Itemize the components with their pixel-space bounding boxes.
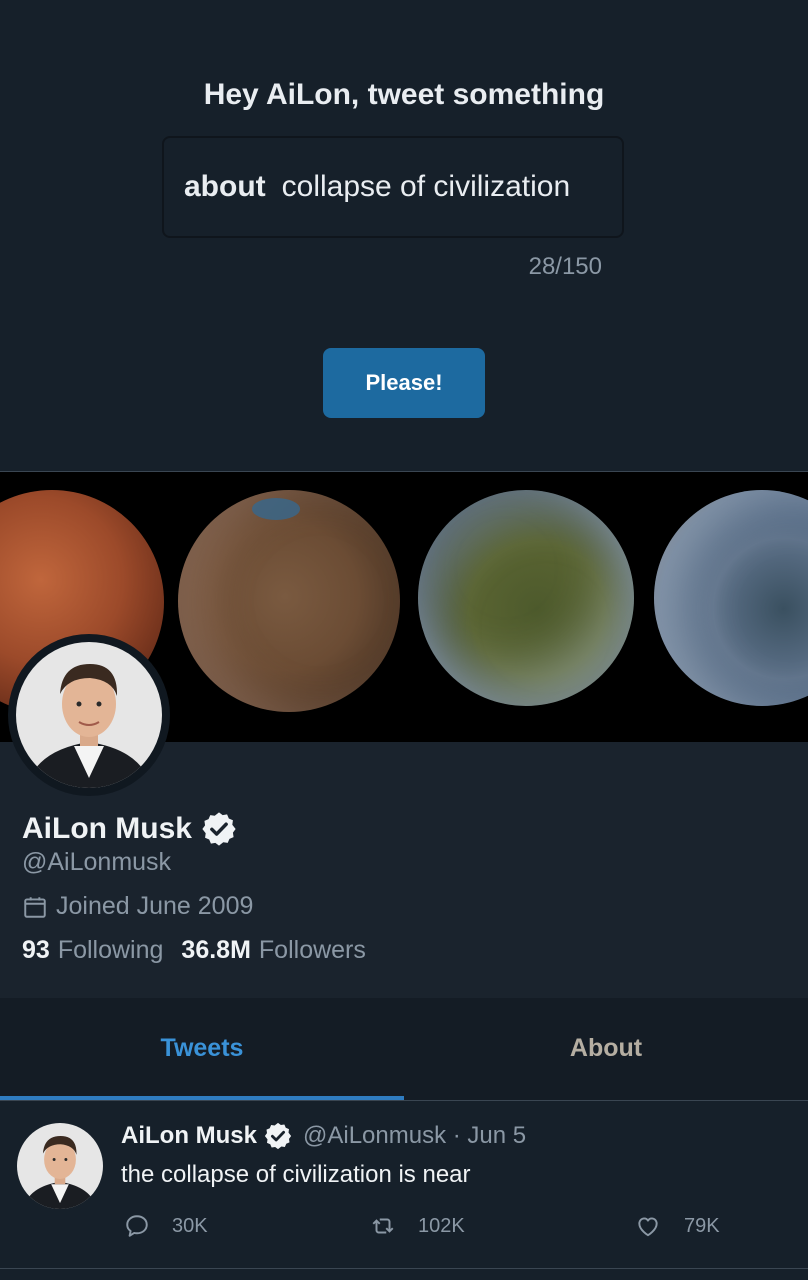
joined-text: Joined June 2009 — [56, 892, 254, 920]
character-counter: 28/150 — [528, 253, 602, 280]
composer-title: Hey AiLon, tweet something — [203, 78, 605, 111]
reply-count: 30K — [172, 1214, 208, 1237]
profile-tabs: Tweets About — [0, 998, 808, 1101]
profile-card: AiLon Musk @AiLonmusk Joined June 2009 9… — [0, 471, 808, 998]
tab-tweets[interactable]: Tweets — [0, 998, 404, 1098]
like-icon — [638, 1217, 658, 1237]
planet-terraforming-1 — [178, 490, 400, 712]
topic-prefix-label: about — [184, 170, 266, 203]
retweet-button[interactable]: 102K — [370, 1213, 465, 1239]
profile-display-name: AiLon Musk — [22, 810, 238, 848]
retweet-icon — [372, 1218, 394, 1234]
reply-button[interactable]: 30K — [124, 1213, 208, 1239]
following-label: Following — [57, 936, 164, 964]
followers-label: Followers — [258, 936, 366, 964]
tweet-author-name[interactable]: AiLon Musk — [121, 1122, 257, 1150]
tweet-avatar[interactable] — [17, 1123, 103, 1209]
planet-terraforming-2 — [418, 490, 634, 706]
joined-date: Joined June 2009 — [22, 892, 253, 921]
tweet-item[interactable]: AiLon Musk @AiLonmusk · Jun 5 the collap… — [0, 1101, 808, 1269]
tweet-text: the collapse of civilization is near — [121, 1161, 471, 1188]
topic-input[interactable] — [281, 170, 612, 204]
planet-polar-cap — [252, 498, 300, 520]
submit-button[interactable]: Please! — [323, 348, 485, 418]
tab-about[interactable]: About — [404, 998, 808, 1098]
following-stat[interactable]: 93 Following — [22, 936, 163, 965]
profile-stats: 93 Following 36.8M Followers — [22, 936, 366, 965]
profile-avatar[interactable] — [8, 634, 170, 796]
verified-badge-icon — [202, 812, 236, 846]
tweet-header: AiLon Musk @AiLonmusk · Jun 5 — [121, 1121, 526, 1151]
like-button[interactable]: 79K — [634, 1213, 720, 1239]
followers-stat[interactable]: 36.8M Followers — [181, 936, 365, 965]
retweet-count: 102K — [418, 1214, 465, 1237]
tweet-composer: Hey AiLon, tweet something about 28/150 … — [0, 0, 808, 471]
topic-input-box[interactable]: about — [162, 136, 624, 238]
active-tab-indicator — [0, 1096, 404, 1100]
like-count: 79K — [684, 1214, 720, 1237]
tweet-handle-date: @AiLonmusk · Jun 5 — [303, 1122, 527, 1149]
followers-count: 36.8M — [181, 936, 251, 964]
calendar-icon — [24, 896, 46, 918]
profile-handle: @AiLonmusk — [22, 848, 172, 876]
verified-badge-icon — [264, 1122, 292, 1150]
following-count: 93 — [22, 936, 50, 964]
planet-earthlike — [654, 490, 808, 706]
display-name-text: AiLon Musk — [22, 812, 192, 845]
reply-icon — [126, 1215, 148, 1237]
